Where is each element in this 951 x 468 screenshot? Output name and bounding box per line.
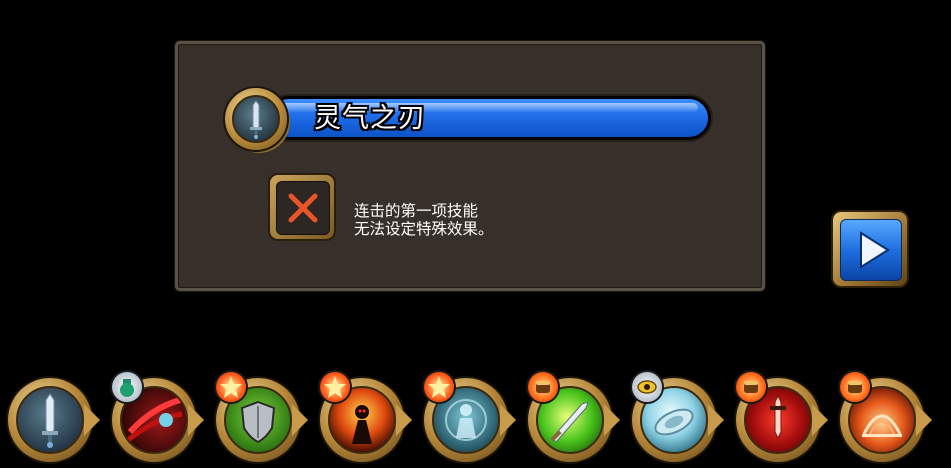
skill-slot-spirit-form[interactable]	[422, 372, 526, 468]
eye-badge-icon	[632, 372, 662, 402]
play-arrow-icon	[860, 231, 890, 269]
warning-line-1: 连击的第一项技能	[354, 202, 479, 220]
fist-badge-icon	[528, 372, 558, 402]
potion-badge-icon	[112, 372, 142, 402]
skill-bar	[0, 360, 951, 468]
cross-icon	[268, 173, 336, 241]
skill-slot-shadow-strike[interactable]	[318, 372, 422, 468]
fist-badge-icon	[736, 372, 766, 402]
skill-header: 灵气之刃	[225, 88, 715, 150]
skill-slot-sword[interactable]	[6, 372, 110, 468]
skill-slot-blood-sword[interactable]	[734, 372, 838, 468]
skill-info-dialog: 灵气之刃 连击的第一项技能 无法设定特殊效果。	[175, 41, 765, 291]
burst-badge-icon	[320, 372, 350, 402]
warning-line-2: 无法设定特殊效果。	[354, 220, 494, 238]
burst-badge-icon	[216, 372, 246, 402]
sword-icon	[16, 386, 84, 454]
warning-message: 连击的第一项技能 无法设定特殊效果。	[354, 202, 494, 238]
skill-slot-shield[interactable]	[214, 372, 318, 468]
skill-slot-ice-disc[interactable]	[630, 372, 734, 468]
skill-slot-flame-dome[interactable]	[838, 372, 942, 468]
burst-badge-icon	[424, 372, 454, 402]
next-button[interactable]	[831, 210, 909, 288]
skill-name: 灵气之刃	[314, 103, 426, 134]
fist-badge-icon	[840, 372, 870, 402]
skill-slot-crimson-slash[interactable]	[110, 372, 214, 468]
sword-icon	[225, 88, 287, 150]
skill-name-bar: 灵气之刃	[267, 96, 711, 140]
skill-slot-green-blade[interactable]	[526, 372, 630, 468]
